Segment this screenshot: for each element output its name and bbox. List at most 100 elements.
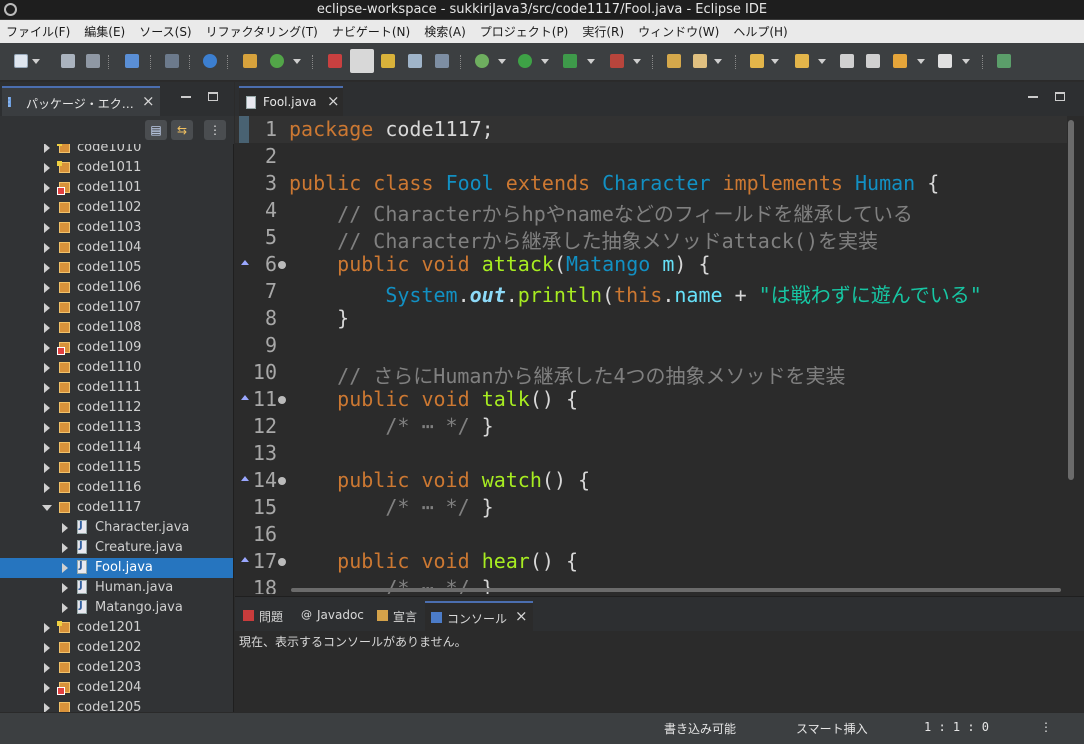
fold-toggle-icon[interactable] xyxy=(278,477,286,485)
new-dropdown-icon[interactable] xyxy=(32,59,40,64)
chevron-right-icon[interactable] xyxy=(44,443,50,453)
highlight-marker-icon[interactable] xyxy=(350,49,374,73)
task-dropdown-icon[interactable] xyxy=(714,59,722,64)
tree-package-item[interactable]: code1201 xyxy=(0,618,233,638)
skip-breakpoints-icon[interactable] xyxy=(165,54,179,68)
chevron-right-icon[interactable] xyxy=(62,583,68,593)
tree-package-item[interactable]: code1103 xyxy=(0,218,233,238)
settings-gear-icon[interactable] xyxy=(203,54,217,68)
tab-package-explorer[interactable]: パッケージ・エク… × xyxy=(2,86,160,116)
chevron-right-icon[interactable] xyxy=(44,223,50,233)
code-line[interactable]: 11 public void talk() { xyxy=(235,386,1067,413)
tree-file-item[interactable]: Creature.java xyxy=(0,538,233,558)
forward-dropdown-icon[interactable] xyxy=(962,59,970,64)
code-line[interactable]: 1 package code1117; xyxy=(235,116,1067,143)
last-edit-icon[interactable] xyxy=(840,54,854,68)
tree-file-item[interactable]: Human.java xyxy=(0,578,233,598)
menu-file[interactable]: ファイル(F) xyxy=(6,23,70,40)
code-line[interactable]: 2 xyxy=(235,143,1067,170)
run-dropdown-icon[interactable] xyxy=(541,59,549,64)
more-options-icon[interactable]: ⋮ xyxy=(1040,720,1052,734)
tab-declaration[interactable]: 宣言 xyxy=(371,601,423,631)
tree-package-item[interactable]: code1106 xyxy=(0,278,233,298)
code-line[interactable]: 17 public void hear() { xyxy=(235,548,1067,575)
code-line[interactable]: 9 xyxy=(235,332,1067,359)
tree-file-item[interactable]: Fool.java xyxy=(0,558,233,578)
menu-window[interactable]: ウィンドウ(W) xyxy=(638,23,719,40)
open-folder-icon[interactable] xyxy=(667,54,681,68)
tab-javadoc[interactable]: @ Javadoc xyxy=(295,601,371,631)
view-menu-button[interactable]: ⋮ xyxy=(204,120,226,140)
chevron-right-icon[interactable] xyxy=(44,463,50,473)
tree-package-item[interactable]: code1202 xyxy=(0,638,233,658)
chevron-right-icon[interactable] xyxy=(44,403,50,413)
new-package-icon[interactable] xyxy=(243,54,257,68)
tree-package-item[interactable]: code1116 xyxy=(0,478,233,498)
save-all-icon[interactable] xyxy=(86,54,100,68)
previous-annotation-icon[interactable] xyxy=(795,54,809,68)
close-icon[interactable]: × xyxy=(142,92,155,110)
tree-package-item[interactable]: code1117 xyxy=(0,498,233,518)
external-tools-icon[interactable] xyxy=(610,54,624,68)
chevron-right-icon[interactable] xyxy=(44,663,50,673)
previous-annotation-dropdown-icon[interactable] xyxy=(818,59,826,64)
menu-edit[interactable]: 編集(E) xyxy=(84,23,125,40)
chevron-right-icon[interactable] xyxy=(44,203,50,213)
close-icon[interactable]: × xyxy=(327,92,340,110)
tree-package-item[interactable]: code1104 xyxy=(0,238,233,258)
tree-package-item[interactable]: code1204 xyxy=(0,678,233,698)
tree-package-item[interactable]: code1102 xyxy=(0,198,233,218)
code-editor[interactable]: 1 package code1117; 2 3 public class Fool ex… xyxy=(235,116,1084,594)
open-perspective-icon[interactable] xyxy=(997,54,1011,68)
back-arrow-icon[interactable] xyxy=(893,54,907,68)
fold-toggle-icon[interactable] xyxy=(278,396,286,404)
code-line[interactable]: 15 /* ⋯ */ } xyxy=(235,494,1067,521)
task-icon[interactable] xyxy=(693,54,707,68)
debug-dropdown-icon[interactable] xyxy=(498,59,506,64)
chevron-right-icon[interactable] xyxy=(44,683,50,693)
coverage-icon[interactable] xyxy=(563,54,577,68)
tree-package-item[interactable]: code1203 xyxy=(0,658,233,678)
show-whitespace-icon[interactable] xyxy=(408,54,422,68)
code-line[interactable]: 6 public void attack(Matango m) { xyxy=(235,251,1067,278)
horizontal-scrollbar[interactable] xyxy=(291,588,1061,592)
new-icon[interactable] xyxy=(14,54,28,68)
link-with-editor-button[interactable]: ⇆ xyxy=(171,120,193,140)
menu-navigate[interactable]: ナビゲート(N) xyxy=(332,23,410,40)
coverage-dropdown-icon[interactable] xyxy=(587,59,595,64)
tree-package-item[interactable]: code1205 xyxy=(0,698,233,712)
external-tools-dropdown-icon[interactable] xyxy=(633,59,641,64)
tree-package-item[interactable]: code1107 xyxy=(0,298,233,318)
tree-package-item[interactable]: code1114 xyxy=(0,438,233,458)
chevron-right-icon[interactable] xyxy=(44,263,50,273)
tree-package-item[interactable]: code1112 xyxy=(0,398,233,418)
chevron-right-icon[interactable] xyxy=(44,623,50,633)
code-line[interactable]: 14 public void watch() { xyxy=(235,467,1067,494)
code-line[interactable]: 8 } xyxy=(235,305,1067,332)
tree-package-item[interactable]: code1109 xyxy=(0,338,233,358)
fold-toggle-icon[interactable] xyxy=(278,558,286,566)
tree-package-item[interactable]: code1011 xyxy=(0,158,233,178)
tree-file-item[interactable]: Matango.java xyxy=(0,598,233,618)
code-line[interactable]: 3 public class Fool extends Character imp… xyxy=(235,170,1067,197)
chevron-right-icon[interactable] xyxy=(44,423,50,433)
tree-package-item[interactable]: code1111 xyxy=(0,378,233,398)
fold-toggle-icon[interactable] xyxy=(278,261,286,269)
chevron-right-icon[interactable] xyxy=(44,483,50,493)
tab-console[interactable]: コンソール × xyxy=(425,601,533,631)
next-annotation-icon[interactable] xyxy=(750,54,764,68)
toggle-breakpoint-icon[interactable] xyxy=(328,54,342,68)
chevron-right-icon[interactable] xyxy=(44,323,50,333)
chevron-right-icon[interactable] xyxy=(44,343,50,353)
forward-edit-icon[interactable] xyxy=(866,54,880,68)
chevron-right-icon[interactable] xyxy=(44,183,50,193)
code-line[interactable]: 10 // さらにHumanから継承した4つの抽象メソッドを実装 xyxy=(235,359,1067,388)
tree-file-item[interactable]: Character.java xyxy=(0,518,233,538)
tree-package-item[interactable]: code1101 xyxy=(0,178,233,198)
run-icon[interactable] xyxy=(518,54,532,68)
minimize-icon[interactable] xyxy=(1028,96,1038,98)
tab-problems[interactable]: 問題 xyxy=(237,601,295,631)
forward-arrow-icon[interactable] xyxy=(938,54,952,68)
code-line[interactable]: 5 // Characterから継承した抽象メソッドattack()を実装 xyxy=(235,224,1067,253)
chevron-right-icon[interactable] xyxy=(44,703,50,712)
